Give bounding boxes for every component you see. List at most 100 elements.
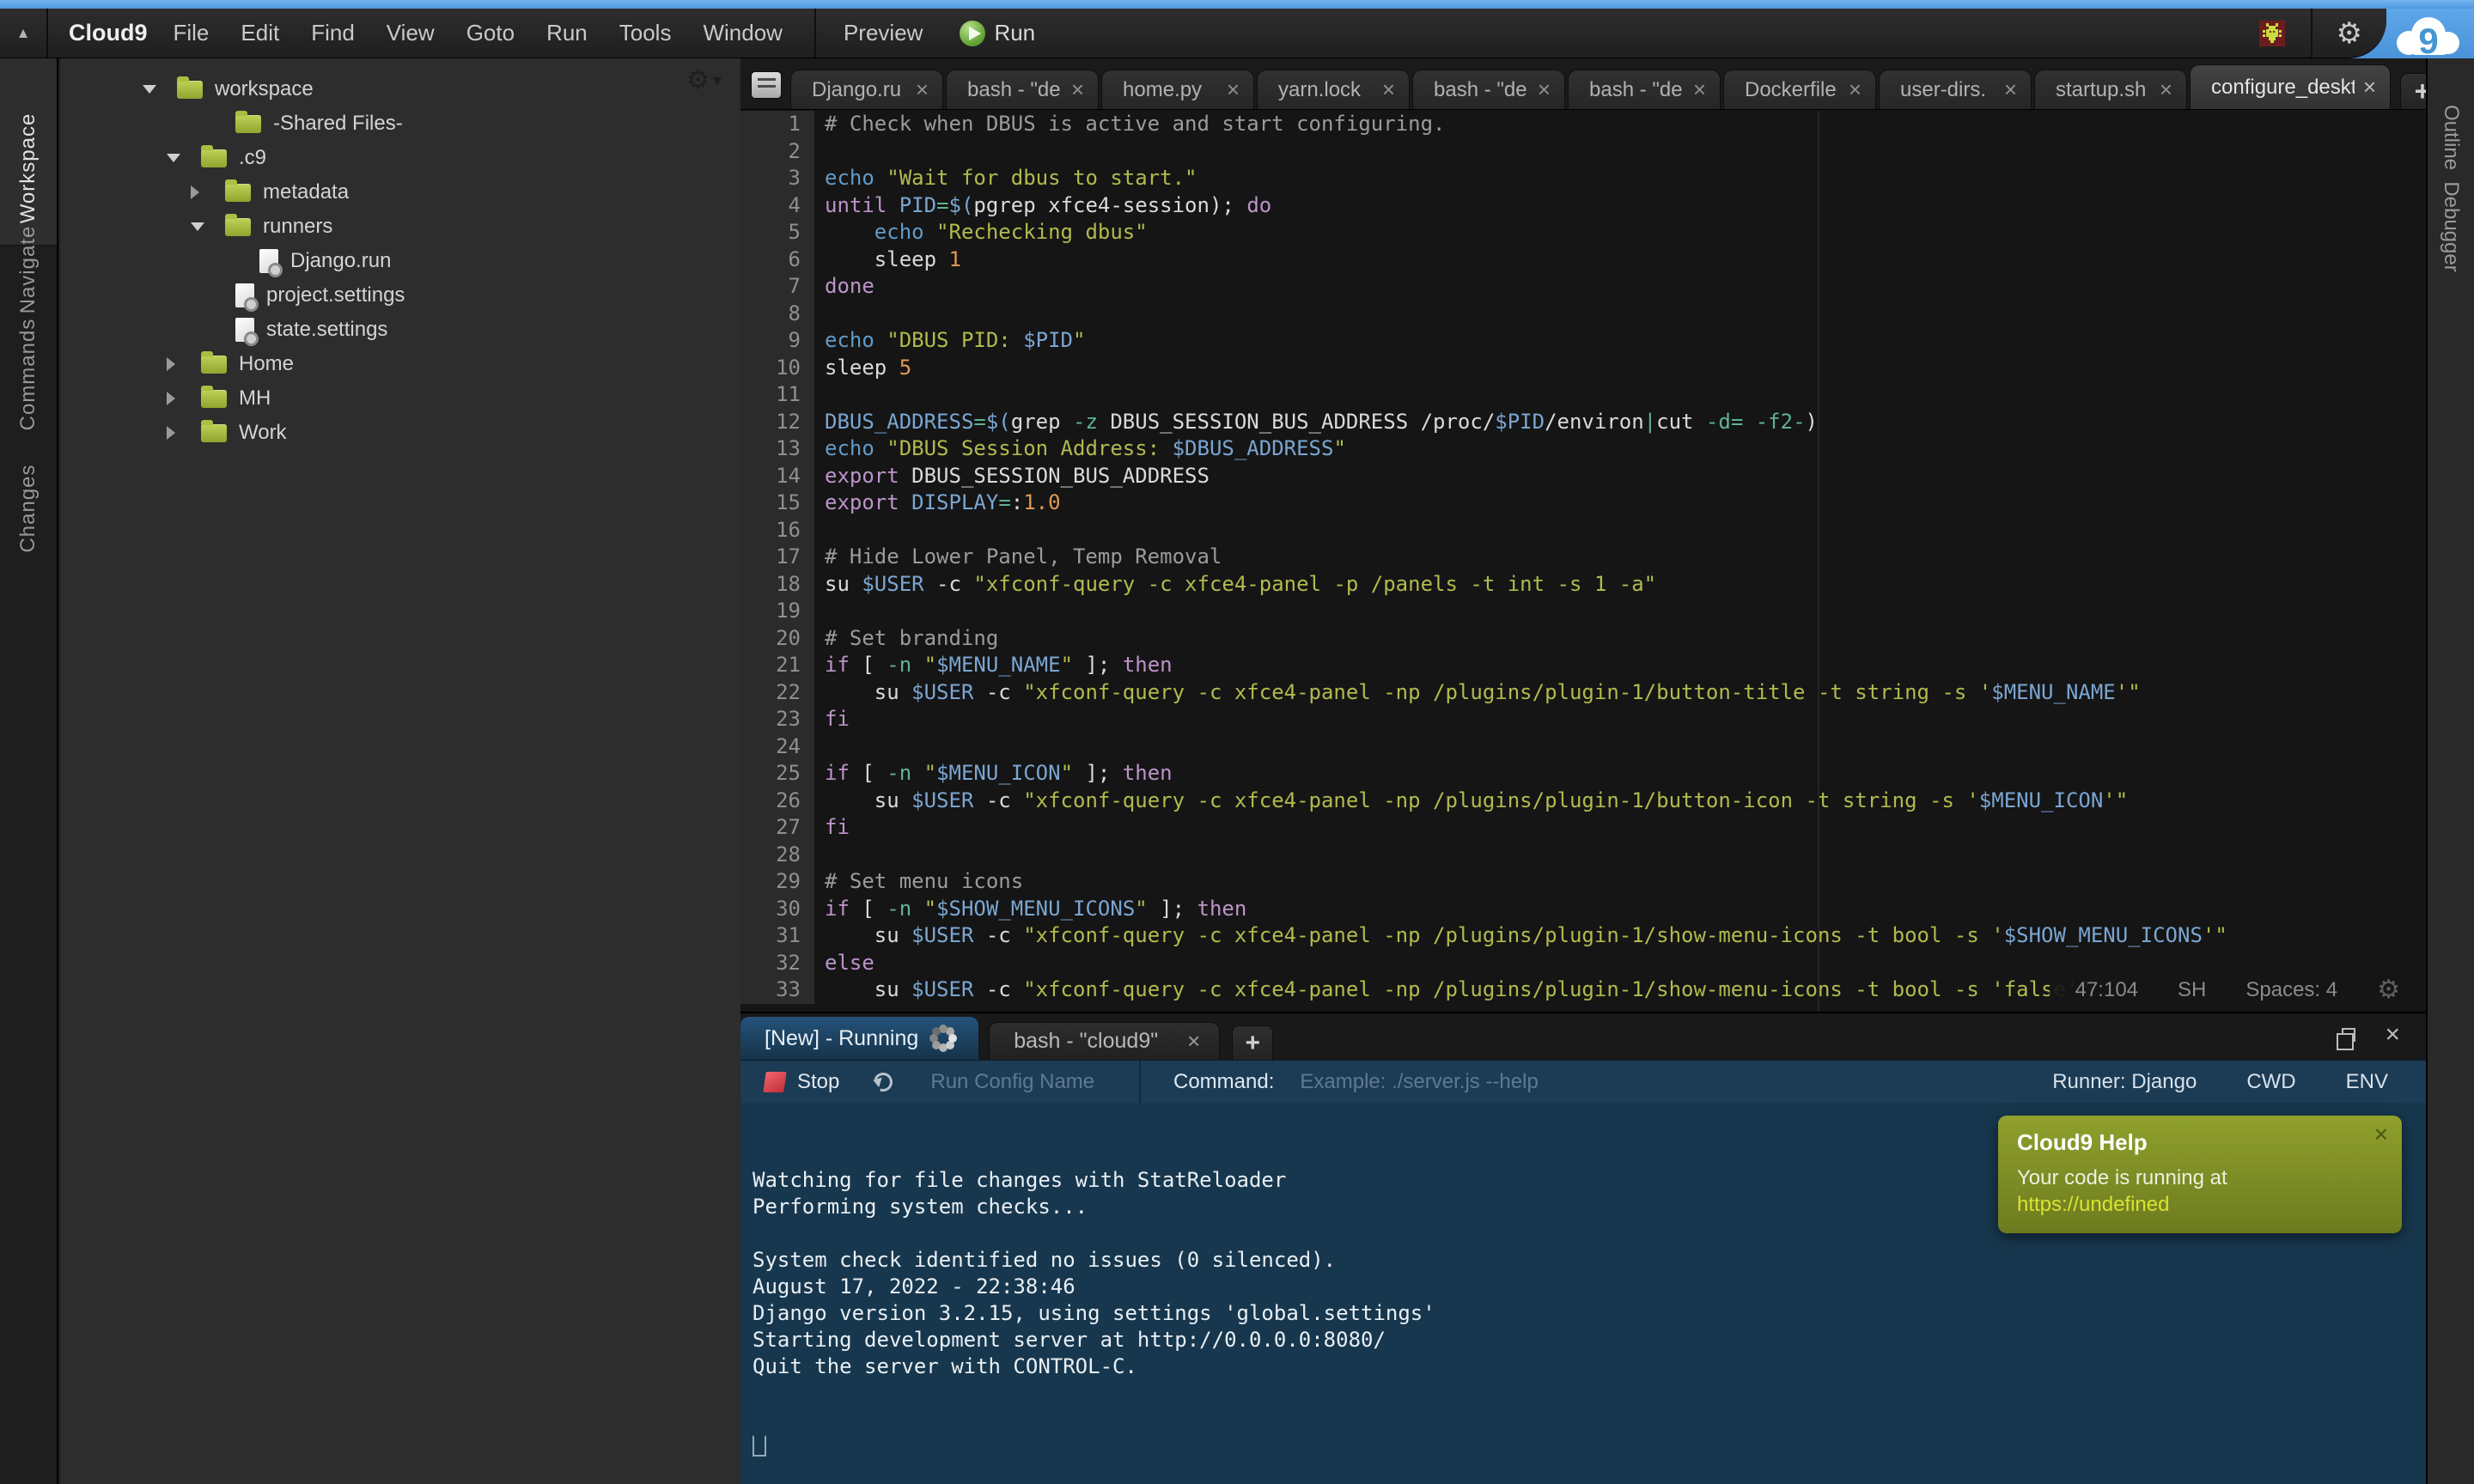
debug-bug-icon[interactable] <box>2259 21 2285 46</box>
close-icon[interactable]: × <box>1187 1028 1200 1055</box>
close-icon[interactable]: × <box>2374 1121 2388 1147</box>
tree-item-workspace[interactable]: workspace <box>60 72 740 106</box>
expand-arrow-icon[interactable] <box>167 357 201 371</box>
editor-tab-bash-de[interactable]: bash - "de× <box>1412 70 1565 109</box>
menu-run[interactable]: Run <box>546 20 588 46</box>
tree-settings-button[interactable]: ⚙ ▾ <box>686 65 722 95</box>
tree-item-work[interactable]: Work <box>60 416 740 450</box>
file-tree-panel: ⚙ ▾ workspace-Shared Files-.c9metadataru… <box>60 58 740 1484</box>
editor-tab-yarn-lock[interactable]: yarn.lock× <box>1257 70 1410 109</box>
spinner-icon <box>941 1036 946 1041</box>
close-icon[interactable]: × <box>1382 76 1395 103</box>
help-popup-link[interactable]: https://undefined <box>2017 1193 2169 1216</box>
console-tab-running[interactable]: [New] - Running <box>740 1017 978 1060</box>
editor-tab-user-dirs[interactable]: user-dirs.× <box>1879 70 2032 109</box>
menu-tools[interactable]: Tools <box>619 20 672 46</box>
tree-item-c9[interactable]: .c9 <box>60 141 740 175</box>
maximize-icon[interactable] <box>2342 1028 2355 1042</box>
print-margin-line <box>1818 111 1819 1012</box>
editor-tab-bash-de[interactable]: bash - "de× <box>946 70 1099 109</box>
restart-icon[interactable] <box>871 1069 896 1094</box>
editor-tab-configure-deskt[interactable]: configure_deskt× <box>2190 64 2391 109</box>
code-line-text: su $USER -c "xfconf-query -c xfce4-panel… <box>814 571 1656 599</box>
terminal-output[interactable]: Watching for file changes with StatReloa… <box>740 1104 2426 1484</box>
editor-tab-startup-sh[interactable]: startup.sh× <box>2034 70 2187 109</box>
tab-label: bash - "de <box>1589 78 1685 102</box>
collapse-menubar-button[interactable]: ▲ <box>0 9 48 58</box>
menu-preview[interactable]: Preview <box>844 20 923 46</box>
env-button[interactable]: ENV <box>2346 1070 2388 1094</box>
collapse-arrow-icon[interactable] <box>143 85 177 94</box>
console-tab-label: [New] - Running <box>765 1026 918 1051</box>
console-tab-bash[interactable]: bash - "cloud9" × <box>989 1022 1220 1060</box>
editor-tab-home-py[interactable]: home.py× <box>1101 70 1254 109</box>
expand-arrow-icon[interactable] <box>191 186 225 199</box>
close-icon[interactable]: × <box>916 76 929 103</box>
code-line: 15export DISPLAY=:1.0 <box>740 490 2426 517</box>
close-icon[interactable]: × <box>1849 76 1862 103</box>
expand-arrow-icon[interactable] <box>167 392 201 405</box>
tree-item-shared-files[interactable]: -Shared Files- <box>60 106 740 141</box>
code-editor[interactable]: 1# Check when DBUS is active and start c… <box>740 111 2426 1012</box>
line-number: 19 <box>740 598 814 625</box>
collapse-arrow-icon[interactable] <box>191 222 225 231</box>
runner-controls: Runner: Django CWD ENV <box>2052 1070 2426 1094</box>
code-line: 26 su $USER -c "xfconf-query -c xfce4-pa… <box>740 788 2426 815</box>
tree-item-runners[interactable]: runners <box>60 210 740 244</box>
sidebar-tab-workspace[interactable]: Workspace <box>16 113 40 224</box>
tree-item-metadata[interactable]: metadata <box>60 175 740 210</box>
close-panel-icon[interactable]: × <box>2385 1020 2400 1049</box>
main-area: WorkspaceNavigate Commands Changes ⚙ ▾ wor… <box>0 58 2474 1484</box>
menu-window[interactable]: Window <box>703 20 782 46</box>
stop-icon[interactable] <box>763 1072 786 1092</box>
menu-find[interactable]: Find <box>311 20 355 46</box>
collapse-arrow-icon[interactable] <box>167 154 201 162</box>
cursor-position[interactable]: 47:104 <box>2075 976 2138 1004</box>
code-line-text: echo "Rechecking dbus" <box>814 219 1148 246</box>
tab-list-icon[interactable] <box>751 71 782 99</box>
new-console-tab-button[interactable]: + <box>1232 1025 1273 1060</box>
close-icon[interactable]: × <box>1071 76 1084 103</box>
spaces-setting[interactable]: Spaces: 4 <box>2245 976 2337 1004</box>
sidebar-tab-outline[interactable]: Outline <box>2439 105 2463 170</box>
cwd-button[interactable]: CWD <box>2246 1070 2295 1094</box>
tree-item-project-settings[interactable]: project.settings <box>60 278 740 313</box>
menu-view[interactable]: View <box>387 20 435 46</box>
sidebar-tab-navigate[interactable]: Navigate <box>16 226 40 314</box>
editor-tab-dockerfile[interactable]: Dockerfile× <box>1723 70 1876 109</box>
stop-button-label[interactable]: Stop <box>797 1070 839 1094</box>
gear-icon: ⚙ <box>2337 16 2362 51</box>
menu-file[interactable]: File <box>174 20 210 46</box>
editor-tab-django-ru[interactable]: Django.ru× <box>790 70 943 109</box>
run-button[interactable]: Run <box>960 20 1035 46</box>
editor-tab-bash-de[interactable]: bash - "de × <box>1568 70 1721 109</box>
close-icon[interactable]: × <box>1538 76 1551 103</box>
tree-item-django-run[interactable]: Django.run <box>60 244 740 278</box>
expand-arrow-icon[interactable] <box>167 426 201 440</box>
tree-item-home[interactable]: Home <box>60 347 740 381</box>
close-icon[interactable]: × <box>1693 76 1706 103</box>
tree-item-mh[interactable]: MH <box>60 381 740 416</box>
line-number: 15 <box>740 490 814 517</box>
tree-item-state-settings[interactable]: state.settings <box>60 313 740 347</box>
settings-gear-button[interactable]: ⚙ <box>2311 9 2386 58</box>
close-icon[interactable]: × <box>2160 76 2172 103</box>
menu-edit[interactable]: Edit <box>241 20 279 46</box>
close-icon[interactable]: × <box>2004 76 2017 103</box>
menu-cloud9[interactable]: Cloud9 <box>69 20 148 46</box>
console-tab-bar: [New] - Running bash - "cloud9" × + × <box>740 1013 2426 1060</box>
sidebar-tab-changes[interactable]: Changes <box>16 464 40 552</box>
close-icon[interactable]: × <box>1227 76 1240 103</box>
status-gear-icon[interactable]: ⚙ <box>2377 976 2400 1004</box>
code-line-text: if [ -n "$MENU_ICON" ]; then <box>814 760 1173 788</box>
run-config-name-input[interactable]: Run Config Name <box>930 1070 1094 1094</box>
command-input[interactable]: Example: ./server.js --help <box>1300 1070 1538 1094</box>
runner-selector[interactable]: Runner: Django <box>2052 1070 2197 1094</box>
sidebar-tab-commands[interactable]: Commands <box>16 319 40 431</box>
sidebar-tab-debugger[interactable]: Debugger <box>2439 181 2463 271</box>
syntax-mode[interactable]: SH <box>2178 976 2206 1004</box>
close-icon[interactable]: × <box>2363 74 2376 100</box>
cloud9-logo[interactable]: 9 <box>2388 10 2467 64</box>
code-line: 5 echo "Rechecking dbus" <box>740 219 2426 246</box>
menu-goto[interactable]: Goto <box>466 20 515 46</box>
